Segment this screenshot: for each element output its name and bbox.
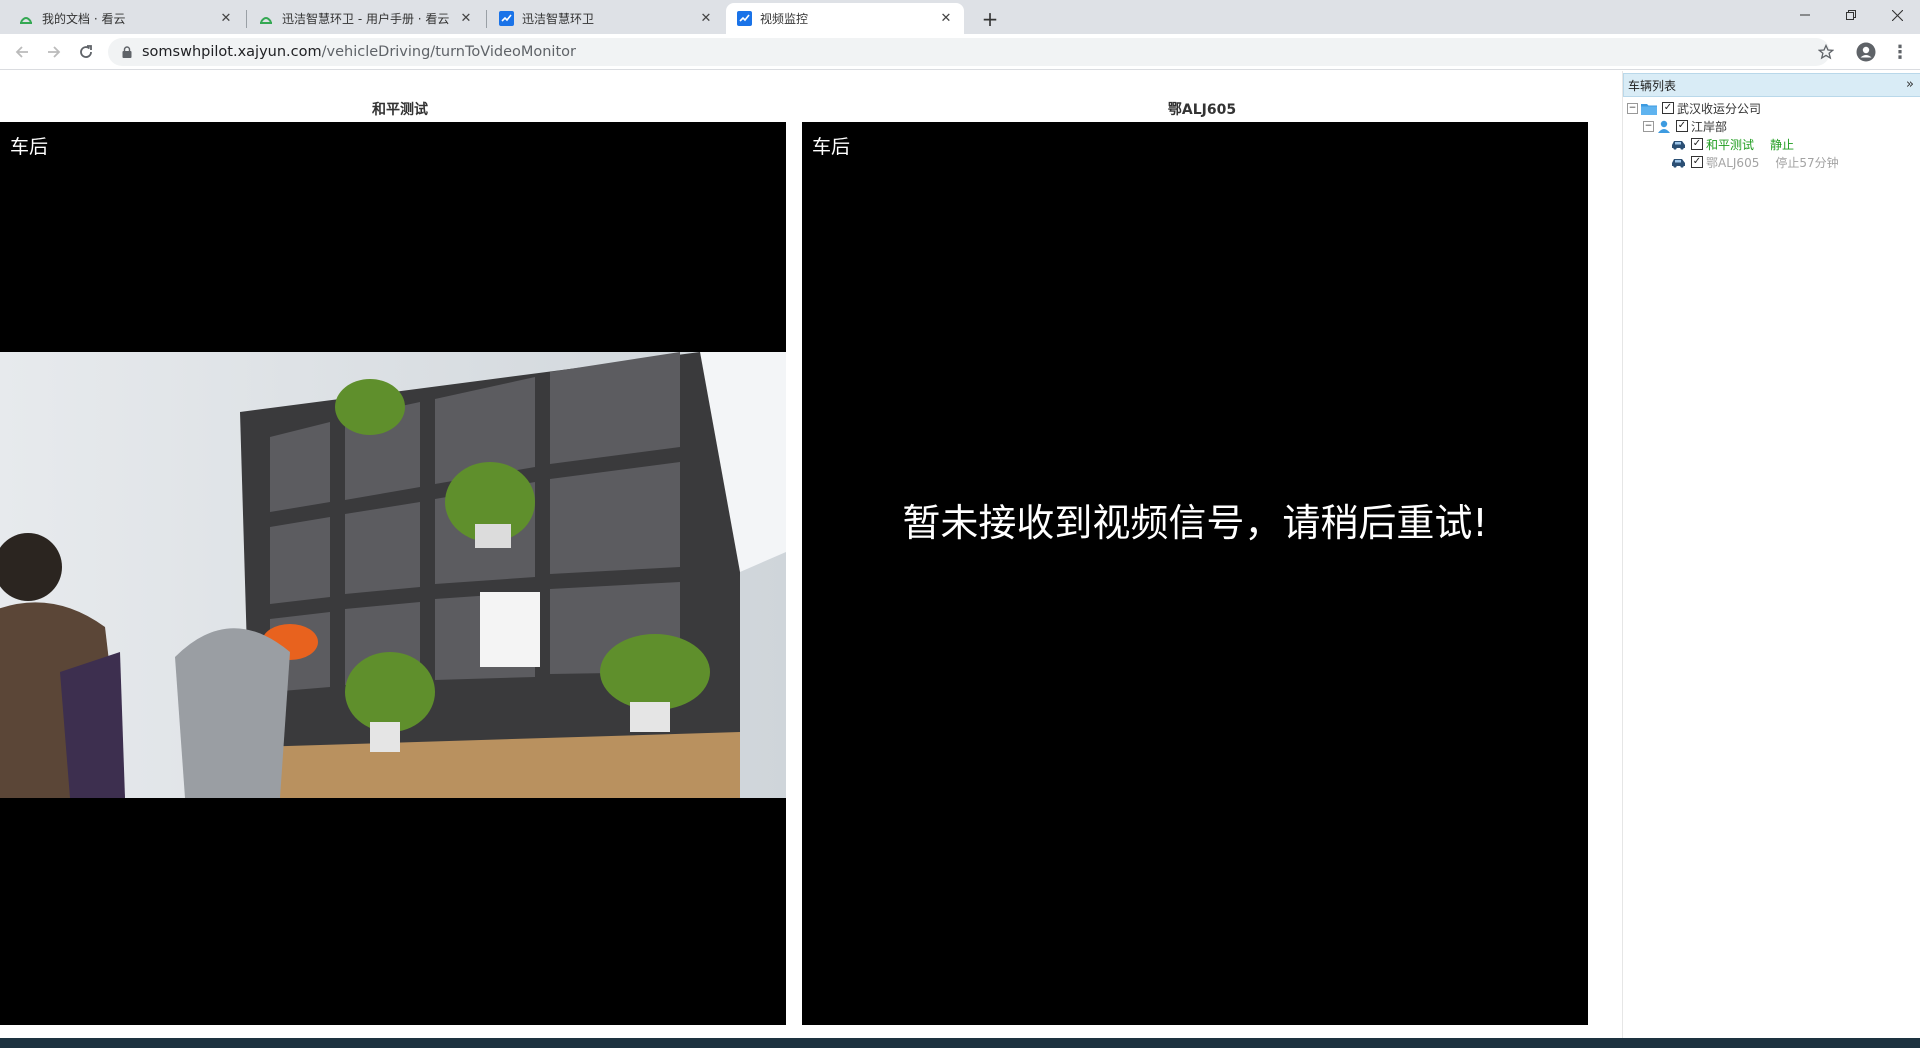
tree-node-department[interactable]: − ✓ 江岸部 <box>1643 117 1727 135</box>
tab-title: 我的文档 · 看云 <box>42 12 126 26</box>
department-name: 江岸部 <box>1691 119 1728 134</box>
vehicle-car-icon <box>1671 139 1686 150</box>
tree-expand-toggle-icon[interactable]: − <box>1643 120 1654 132</box>
reload-icon[interactable] <box>72 38 100 66</box>
url-host: somswhpilot.xajyun.com <box>142 44 322 60</box>
tree-node-vehicle[interactable]: ✓ 和平测试 静止 <box>1671 135 1794 153</box>
chart-favicon-icon <box>498 11 514 27</box>
address-bar[interactable]: somswhpilot.xajyun.com/vehicleDriving/tu… <box>108 38 1830 66</box>
tab-title: 迅洁智慧环卫 <box>522 12 595 26</box>
browser-tab[interactable]: 迅洁智慧环卫 - 用户手册 · 看云 ✕ <box>248 3 484 34</box>
close-tab-icon[interactable]: ✕ <box>938 11 954 27</box>
video-player[interactable]: 车后 暂未接收到视频信号，请稍后重试! <box>802 122 1588 1025</box>
vehicle-list-title: 车辆列表 <box>1628 78 1677 93</box>
panel-title: 和平测试 <box>372 102 428 118</box>
video-player[interactable]: 车后 <box>0 122 786 1025</box>
kanyun-favicon-icon <box>18 11 34 27</box>
video-monitor-page: 和平测试 鄂ALJ605 车后 车后 暂未接收到视频信号，请稍后重试! 车辆列表… <box>0 71 1920 1038</box>
os-taskbar <box>0 1038 1920 1048</box>
browser-tab-strip: 我的文档 · 看云 ✕ 迅洁智慧环卫 - 用户手册 · 看云 ✕ 迅洁智慧环卫 … <box>0 0 1920 34</box>
browser-tab[interactable]: 我的文档 · 看云 ✕ <box>8 3 244 34</box>
chart-favicon-icon <box>736 11 752 27</box>
close-window-icon[interactable] <box>1874 0 1920 30</box>
vehicle-list-panel: 车辆列表 » − ✓ 武汉收运分公司 − ✓ 江岸部 ✓ 和平测试 静止 ✓ 鄂… <box>1622 71 1920 1038</box>
browser-tab[interactable]: 迅洁智慧环卫 ✕ <box>488 3 724 34</box>
vehicle-status: 静止 <box>1770 137 1795 152</box>
checkbox[interactable]: ✓ <box>1662 102 1674 114</box>
restore-icon[interactable] <box>1828 0 1874 30</box>
checkbox[interactable]: ✓ <box>1691 138 1703 150</box>
tab-title: 迅洁智慧环卫 - 用户手册 · 看云 <box>282 12 450 26</box>
profile-avatar-icon[interactable] <box>1852 38 1880 66</box>
tree-node-vehicle[interactable]: ✓ 鄂ALJ605 停止57分钟 <box>1671 153 1839 171</box>
kanyun-favicon-icon <box>258 11 274 27</box>
checkbox[interactable]: ✓ <box>1691 156 1703 168</box>
browser-toolbar: somswhpilot.xajyun.com/vehicleDriving/tu… <box>0 34 1920 70</box>
no-signal-message: 暂未接收到视频信号，请稍后重试! <box>902 501 1488 545</box>
department-person-icon <box>1657 120 1671 133</box>
company-name: 武汉收运分公司 <box>1677 101 1762 116</box>
more-menu-icon[interactable]: ⋮ <box>1886 38 1914 66</box>
tree-node-company[interactable]: − ✓ 武汉收运分公司 <box>1627 99 1761 117</box>
tree-expand-toggle-icon[interactable]: − <box>1627 102 1638 114</box>
tab-title: 视频监控 <box>760 12 809 26</box>
vehicle-status: 停止57分钟 <box>1775 155 1839 170</box>
url-path: /vehicleDriving/turnToVideoMonitor <box>321 44 576 60</box>
camera-feed-image <box>0 352 786 798</box>
minimize-icon[interactable] <box>1782 0 1828 30</box>
camera-position-label: 车后 <box>812 136 851 158</box>
forward-arrow-icon[interactable] <box>40 38 68 66</box>
camera-position-label: 车后 <box>10 136 49 158</box>
new-tab-button[interactable]: + <box>976 5 1004 33</box>
panel-title: 鄂ALJ605 <box>1167 102 1237 118</box>
lock-icon <box>122 46 132 58</box>
vehicle-name: 鄂ALJ605 <box>1706 155 1760 170</box>
vehicle-list-header: 车辆列表 » <box>1623 73 1920 97</box>
vehicle-name: 和平测试 <box>1706 137 1755 152</box>
back-arrow-icon[interactable] <box>8 38 36 66</box>
folder-icon <box>1641 102 1657 115</box>
browser-tab-active[interactable]: 视频监控 ✕ <box>726 3 964 34</box>
close-tab-icon[interactable]: ✕ <box>458 11 474 27</box>
bookmark-star-icon[interactable] <box>1812 38 1840 66</box>
collapse-double-chevron-icon[interactable]: » <box>1906 77 1914 92</box>
checkbox[interactable]: ✓ <box>1676 120 1688 132</box>
close-tab-icon[interactable]: ✕ <box>698 11 714 27</box>
vehicle-car-icon <box>1671 157 1686 168</box>
close-tab-icon[interactable]: ✕ <box>218 11 234 27</box>
